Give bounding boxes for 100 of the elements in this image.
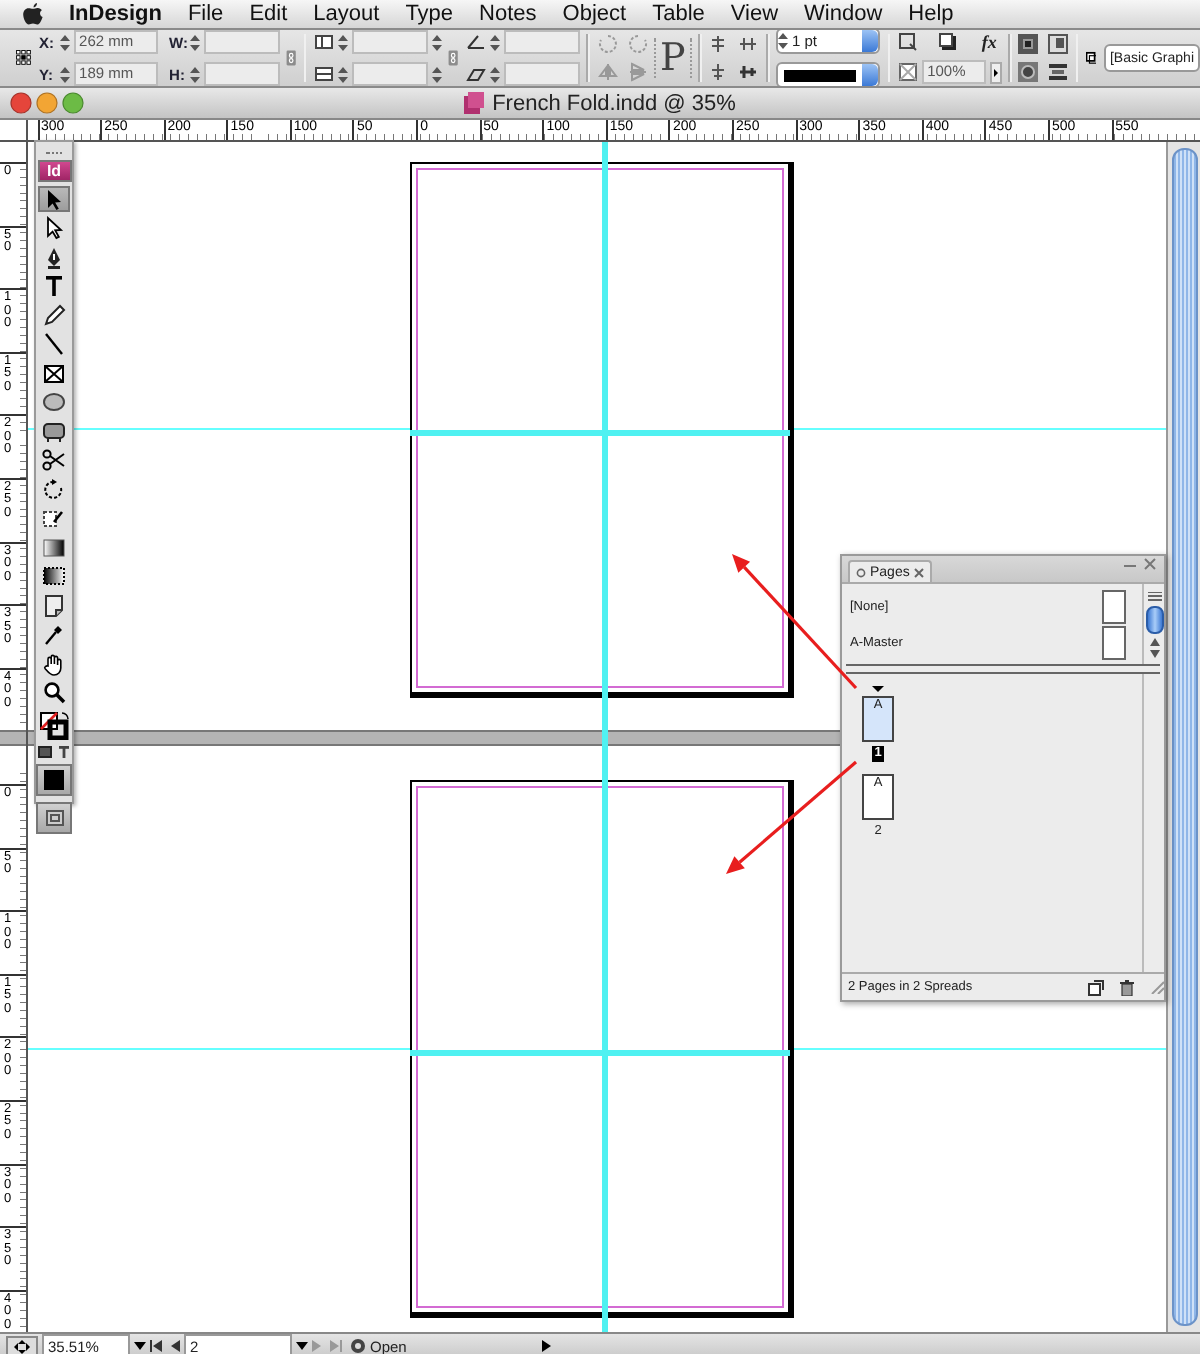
- crossed-frame-icon: [42, 361, 66, 385]
- stroke-position-icon[interactable]: [1018, 34, 1039, 54]
- pencil-icon: [42, 303, 66, 327]
- window-title: French Fold.indd @ 35%: [492, 91, 736, 115]
- shear-angle-icon[interactable]: [465, 64, 486, 84]
- status-icon: [350, 1338, 366, 1354]
- fill-stroke-icon[interactable]: [39, 712, 69, 740]
- object-style-icon[interactable]: [1085, 48, 1097, 68]
- feather-gradient-icon: [42, 564, 66, 588]
- hollow-arrow-icon: [42, 216, 66, 240]
- input-field[interactable]: [203, 62, 280, 86]
- new-page-icon[interactable]: [1088, 979, 1104, 995]
- tool-button[interactable]: [38, 302, 70, 328]
- menu-item[interactable]: Type: [392, 0, 467, 28]
- frame-fitting-icon[interactable]: [1048, 34, 1069, 54]
- scale-height-icon[interactable]: [313, 64, 334, 84]
- menu-item[interactable]: Edit: [236, 0, 301, 28]
- tool-button[interactable]: [38, 447, 70, 473]
- minimize-window-icon[interactable]: [36, 92, 58, 114]
- transform-icon: [42, 506, 66, 530]
- collapse-icon: [856, 567, 866, 577]
- scale-width-icon[interactable]: [313, 32, 334, 52]
- hand-icon: [42, 651, 66, 675]
- zoom-icon: [42, 680, 66, 704]
- spread-marker-icon: [872, 686, 884, 692]
- tool-button[interactable]: [38, 563, 70, 589]
- tool-button[interactable]: [38, 679, 70, 705]
- opacity-icon[interactable]: [897, 62, 918, 82]
- normal-view-icon: [45, 810, 63, 826]
- master-thumbnail: [1102, 625, 1126, 659]
- first-page-icon[interactable]: [150, 1340, 162, 1352]
- arrow: [726, 760, 858, 874]
- caret-icon[interactable]: [989, 61, 1002, 83]
- scroll-down-icon: [1149, 650, 1159, 658]
- menu-item[interactable]: Table: [639, 0, 718, 28]
- input-field[interactable]: [503, 62, 580, 86]
- apply-color-button[interactable]: [36, 764, 72, 796]
- scissors-icon: [42, 448, 66, 472]
- caret-icon[interactable]: [296, 1342, 308, 1350]
- screen-mode-button[interactable]: [36, 802, 72, 834]
- corner-options-icon[interactable]: [1018, 62, 1039, 82]
- caret-icon[interactable]: [134, 1342, 146, 1350]
- drop-shadow-icon[interactable]: [937, 32, 958, 52]
- document-icon: [464, 92, 485, 114]
- menu-item[interactable]: View: [717, 0, 792, 28]
- menu-item[interactable]: Layout: [300, 0, 393, 28]
- pen-nib-icon: [42, 245, 66, 269]
- diagonal-line-icon: [42, 332, 66, 356]
- trash-icon[interactable]: [1120, 979, 1134, 995]
- input-field[interactable]: [203, 30, 280, 54]
- type-tool-icon: [42, 274, 66, 298]
- preflight-button[interactable]: [6, 1335, 38, 1354]
- app-menu[interactable]: InDesign: [56, 0, 175, 28]
- input-field[interactable]: [351, 30, 428, 54]
- tool-button[interactable]: [38, 418, 70, 444]
- select-content-icon[interactable]: [708, 62, 729, 82]
- fill-swatch-icon: [44, 770, 64, 790]
- input-field[interactable]: [503, 30, 580, 54]
- fit-frame-icon[interactable]: [897, 32, 918, 52]
- text-wrap-icon[interactable]: [1048, 62, 1069, 82]
- button-tool-icon: [42, 419, 66, 443]
- menu-item[interactable]: Window: [791, 0, 896, 28]
- stroke-type-dropdown[interactable]: [776, 62, 880, 86]
- play-icon[interactable]: [542, 1340, 552, 1352]
- menu-item[interactable]: Help: [895, 0, 967, 28]
- tool-button[interactable]: [38, 534, 70, 560]
- previous-page-icon[interactable]: [170, 1340, 180, 1352]
- rotate-icon: [42, 477, 66, 501]
- app-logo: Id: [37, 159, 71, 181]
- apple-icon[interactable]: [22, 2, 44, 26]
- input-field[interactable]: [351, 62, 428, 86]
- tool-button[interactable]: [38, 186, 70, 212]
- note-icon: [42, 593, 66, 617]
- stepper-icon[interactable]: [778, 32, 788, 50]
- menu-item[interactable]: Notes: [466, 0, 550, 28]
- orientation-glyph: P: [654, 38, 692, 78]
- scrollbar-thumb[interactable]: [1145, 606, 1163, 634]
- zoom-window-icon[interactable]: [62, 92, 84, 114]
- formatting-text-icon[interactable]: [58, 746, 70, 758]
- tool-button[interactable]: [38, 389, 70, 415]
- eyedropper-icon: [42, 622, 66, 646]
- select-next-icon[interactable]: [738, 62, 759, 82]
- close-window-icon[interactable]: [10, 92, 32, 114]
- scrollbar-thumb[interactable]: [1171, 148, 1197, 1326]
- close-icon[interactable]: [1144, 558, 1156, 570]
- arrow-pointer-icon: [42, 187, 66, 211]
- select-container-icon[interactable]: [708, 34, 729, 54]
- select-previous-icon[interactable]: [738, 34, 759, 54]
- ellipse-icon: [42, 390, 66, 414]
- menu-item[interactable]: Object: [549, 0, 640, 28]
- effects-button[interactable]: fx: [977, 32, 1002, 52]
- menu-item[interactable]: File: [174, 0, 237, 28]
- tool-button[interactable]: [38, 360, 70, 386]
- gradient-swatch-icon: [42, 535, 66, 559]
- move-icon: [14, 1339, 30, 1353]
- master-thumbnail: [1102, 589, 1126, 623]
- rotation-angle-icon[interactable]: [465, 32, 486, 52]
- scroll-up-icon: [1149, 638, 1159, 646]
- close-icon[interactable]: [913, 567, 924, 577]
- panel-menu-icon[interactable]: [1147, 592, 1161, 602]
